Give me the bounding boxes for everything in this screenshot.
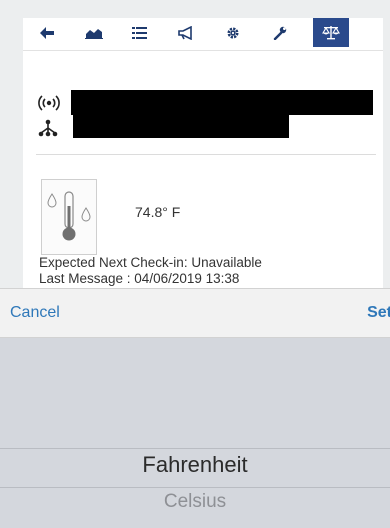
device-name-row: [37, 90, 377, 116]
network-row: [37, 115, 377, 141]
device-detail-card: 74.8° F Expected Next Check-in: Unavaila…: [23, 18, 383, 288]
temperature-reading: 74.8° F: [135, 204, 181, 220]
device-toolbar: [23, 18, 383, 51]
unit-picker-wheel[interactable]: Fahrenheit Celsius: [0, 338, 390, 528]
picker-option-celsius[interactable]: Celsius: [0, 491, 390, 513]
section-divider: [36, 154, 376, 155]
last-message-text: Last Message : 04/06/2019 13:38: [39, 271, 240, 286]
settings-button[interactable]: [215, 18, 251, 47]
network-name-redacted: [73, 115, 289, 138]
gear-icon: [227, 27, 239, 38]
alerts-button[interactable]: [168, 18, 204, 47]
megaphone-icon: [178, 25, 192, 40]
wrench-icon: [273, 26, 287, 40]
list-icon: [131, 26, 147, 39]
balance-scale-icon: [322, 26, 340, 40]
calibration-button[interactable]: [313, 18, 349, 47]
selection-top-line: [0, 448, 390, 449]
tools-button[interactable]: [262, 18, 298, 47]
device-name-redacted: [71, 90, 373, 115]
signal-broadcast-icon: [37, 94, 61, 112]
back-arrow-icon: [40, 26, 54, 39]
temperature-sensor-tile[interactable]: [41, 179, 97, 255]
chart-button[interactable]: [76, 18, 112, 47]
picker-toolbar: Cancel Set: [0, 288, 390, 338]
selection-bottom-line: [0, 487, 390, 488]
thermometer-droplets-icon: [47, 191, 91, 241]
cancel-button[interactable]: Cancel: [10, 304, 60, 322]
set-button[interactable]: Set: [367, 304, 390, 322]
network-nodes-icon: [37, 119, 61, 137]
area-chart-icon: [85, 28, 103, 39]
expected-checkin-text: Expected Next Check-in: Unavailable: [39, 255, 262, 270]
picker-option-fahrenheit[interactable]: Fahrenheit: [0, 452, 390, 478]
back-button[interactable]: [29, 18, 65, 47]
list-button[interactable]: [121, 18, 157, 47]
